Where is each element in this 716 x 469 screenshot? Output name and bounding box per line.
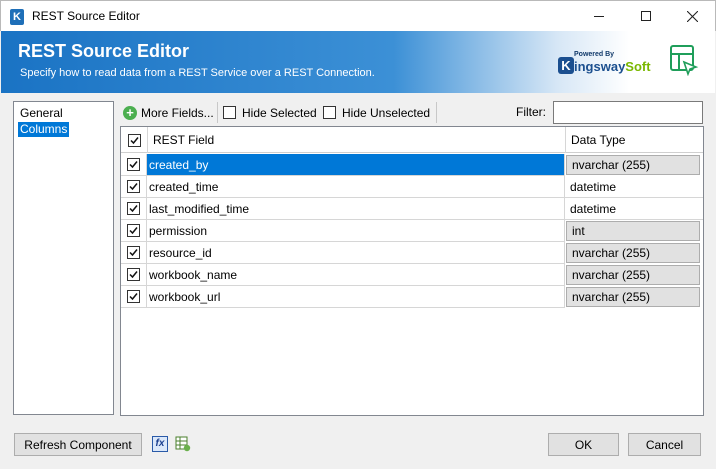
row-checkbox[interactable] <box>127 224 140 237</box>
rest-field-cell[interactable]: workbook_name <box>147 264 565 286</box>
data-type-cell[interactable]: nvarchar (255) <box>566 155 700 175</box>
logo-k-icon: K <box>558 57 574 74</box>
header-banner: REST Source Editor Specify how to read d… <box>1 31 715 93</box>
row-checkbox-cell <box>121 154 147 176</box>
filter-label: Filter: <box>516 105 546 119</box>
columns-grid: REST Field Data Type created_by nvarchar … <box>120 126 704 416</box>
rest-field-cell[interactable]: permission <box>147 220 565 242</box>
cancel-button[interactable]: Cancel <box>628 433 701 456</box>
rest-field-cell[interactable]: created_time <box>147 176 565 198</box>
maximize-button[interactable] <box>623 1 669 31</box>
rest-field-cell[interactable]: last_modified_time <box>147 198 565 220</box>
window-title: REST Source Editor <box>32 9 140 23</box>
data-type-cell[interactable]: nvarchar (255) <box>566 243 700 263</box>
select-all-checkbox[interactable] <box>128 134 141 147</box>
add-icon: + <box>123 105 137 120</box>
header-rest-field[interactable]: REST Field <box>153 127 214 153</box>
banner-title: REST Source Editor <box>18 41 190 61</box>
minimize-button[interactable] <box>576 1 622 31</box>
hide-selected-label: Hide Selected <box>242 105 317 120</box>
hide-selected-checkbox[interactable]: Hide Selected <box>223 100 317 125</box>
row-checkbox-cell <box>121 198 147 220</box>
more-fields-button[interactable]: + More Fields... <box>123 100 214 125</box>
row-checkbox[interactable] <box>127 290 140 303</box>
table-settings-icon[interactable] <box>175 436 191 452</box>
row-checkbox-cell <box>121 242 147 264</box>
row-checkbox[interactable] <box>127 158 140 171</box>
table-row[interactable]: last_modified_time datetime <box>121 198 703 220</box>
minimize-icon <box>594 15 604 17</box>
logo-brand-accent: Soft <box>625 59 651 74</box>
header-divider <box>147 127 148 153</box>
data-type-cell[interactable]: nvarchar (255) <box>566 287 700 307</box>
rest-component-icon <box>670 45 699 76</box>
hide-selected-box[interactable] <box>223 106 236 119</box>
hide-unselected-box[interactable] <box>323 106 336 119</box>
table-row[interactable]: permission int <box>121 220 703 242</box>
page-nav-list: General Columns <box>13 101 114 415</box>
rest-field-cell[interactable]: workbook_url <box>147 286 565 308</box>
filter-input[interactable] <box>553 101 703 124</box>
header-data-type[interactable]: Data Type <box>571 127 625 153</box>
refresh-component-button[interactable]: Refresh Component <box>14 433 142 456</box>
expression-icon[interactable]: fx <box>152 436 168 452</box>
data-type-cell[interactable]: int <box>566 221 700 241</box>
data-type-cell[interactable]: datetime <box>565 176 703 198</box>
header-divider <box>565 127 566 153</box>
row-checkbox-cell <box>121 264 147 286</box>
toolbar-separator <box>436 102 437 123</box>
app-icon: K <box>10 9 24 25</box>
toolbar-separator <box>217 102 218 123</box>
row-checkbox[interactable] <box>127 202 140 215</box>
columns-toolbar: + More Fields... Hide Selected Hide Unse… <box>121 100 445 125</box>
row-checkbox[interactable] <box>127 268 140 281</box>
maximize-icon <box>641 11 651 21</box>
hide-unselected-label: Hide Unselected <box>342 105 431 120</box>
logo-wordmark: ingswaySoft <box>574 59 651 74</box>
nav-item-columns[interactable]: Columns <box>18 122 70 137</box>
data-type-cell[interactable]: nvarchar (255) <box>566 265 700 285</box>
logo-brand-main: ingsway <box>574 59 626 74</box>
banner-subtitle: Specify how to read data from a REST Ser… <box>20 67 375 79</box>
table-row[interactable]: workbook_url nvarchar (255) <box>121 286 703 308</box>
kingswaysoft-logo: Powered By K ingswaySoft <box>558 51 651 77</box>
grid-header: REST Field Data Type <box>121 127 703 153</box>
table-row[interactable]: workbook_name nvarchar (255) <box>121 264 703 286</box>
row-checkbox-cell <box>121 286 147 308</box>
more-fields-label: More Fields... <box>141 105 214 120</box>
close-button[interactable] <box>669 1 715 31</box>
table-row[interactable]: resource_id nvarchar (255) <box>121 242 703 264</box>
table-row[interactable]: created_time datetime <box>121 176 703 198</box>
row-checkbox-cell <box>121 176 147 198</box>
data-type-cell[interactable]: datetime <box>565 198 703 220</box>
row-checkbox[interactable] <box>127 180 140 193</box>
row-checkbox[interactable] <box>127 246 140 259</box>
logo-powered-by: Powered By <box>574 51 615 58</box>
hide-unselected-checkbox[interactable]: Hide Unselected <box>323 100 430 125</box>
rest-field-cell[interactable]: resource_id <box>147 242 565 264</box>
row-checkbox-cell <box>121 220 147 242</box>
nav-item-general[interactable]: General <box>18 106 65 121</box>
table-row[interactable]: created_by nvarchar (255) <box>121 154 703 176</box>
ok-button[interactable]: OK <box>548 433 619 456</box>
title-bar: K REST Source Editor <box>0 0 716 31</box>
rest-field-cell[interactable]: created_by <box>147 154 565 176</box>
close-icon <box>686 10 698 22</box>
